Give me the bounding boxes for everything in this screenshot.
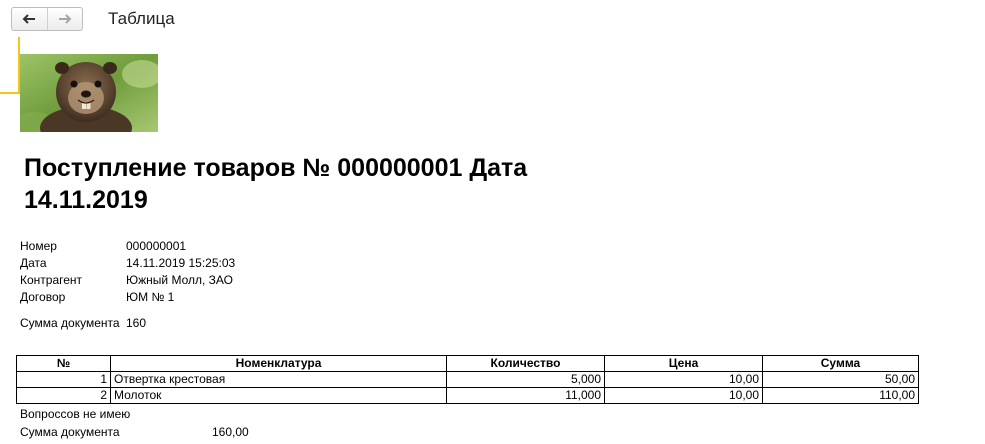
attribute-value: ЮМ № 1 [126,290,175,304]
table-cell[interactable]: 50,00 [762,371,919,388]
column-header-item: Номенклатура [110,355,447,372]
goods-table: № Номенклатура Количество Цена Сумма 1 О… [16,355,919,404]
attribute-value: Южный Молл, ЗАО [126,273,233,287]
footer-note: Вопроссов не имею [20,407,131,421]
footer-document-sum: Сумма документа 160,00 [20,425,249,439]
column-header-quantity: Количество [446,355,605,372]
attribute-row-number: Номер 000000001 [20,238,235,255]
table-cell[interactable]: 11,000 [446,387,605,404]
table-cell[interactable]: 110,00 [762,387,919,404]
back-button[interactable] [12,8,47,30]
table-cell[interactable]: 1 [16,371,111,388]
attribute-value: 14.11.2019 15:25:03 [126,256,236,270]
attribute-row-document-sum: Сумма документа 160 [20,306,235,340]
attribute-row-date: Дата 14.11.2019 15:25:03 [20,255,235,272]
table-row: 1 Отвертка крестовая 5,000 10,00 50,00 [16,371,919,388]
active-cell-marker-horizontal [0,92,20,94]
attribute-label: Номер [20,239,57,253]
table-cell[interactable]: 2 [16,387,111,404]
arrow-left-icon [22,14,36,24]
window-title: Таблица [108,9,175,28]
attribute-row-counterparty: Контрагент Южный Молл, ЗАО [20,272,235,289]
table-cell[interactable]: Отвертка крестовая [110,371,447,388]
table-cell[interactable]: 10,00 [604,387,763,404]
arrow-right-icon [58,14,72,24]
column-header-sum: Сумма [762,355,919,372]
footer-sum-label: Сумма документа [20,425,120,439]
navigation-buttons [11,7,83,31]
attribute-label: Договор [20,290,66,304]
forward-button[interactable] [46,8,83,30]
attribute-label: Дата [20,256,47,270]
attribute-row-contract: Договор ЮМ № 1 [20,289,235,306]
column-header-number: № [16,355,111,372]
table-row: 2 Молоток 11,000 10,00 110,00 [16,387,919,404]
document-attributes: Номер 000000001 Дата 14.11.2019 15:25:03… [20,238,235,340]
marmot-picture [20,54,158,132]
table-cell[interactable]: 10,00 [604,371,763,388]
attribute-value: 000000001 [126,239,187,253]
document-title: Поступление товаров № 000000001 Дата 14.… [24,154,528,214]
spreadsheet-document-view: Таблица Поступление товаров № 000000001 … [0,0,985,444]
table-cell[interactable]: Молоток [110,387,447,404]
attribute-label: Сумма документа [20,316,120,330]
table-header-row: № Номенклатура Количество Цена Сумма [16,355,919,372]
attribute-value: 160 [126,315,147,330]
column-header-price: Цена [604,355,763,372]
table-cell[interactable]: 5,000 [446,371,605,388]
attribute-label: Контрагент [20,273,83,287]
footer-sum-value: 160,00 [212,425,249,439]
